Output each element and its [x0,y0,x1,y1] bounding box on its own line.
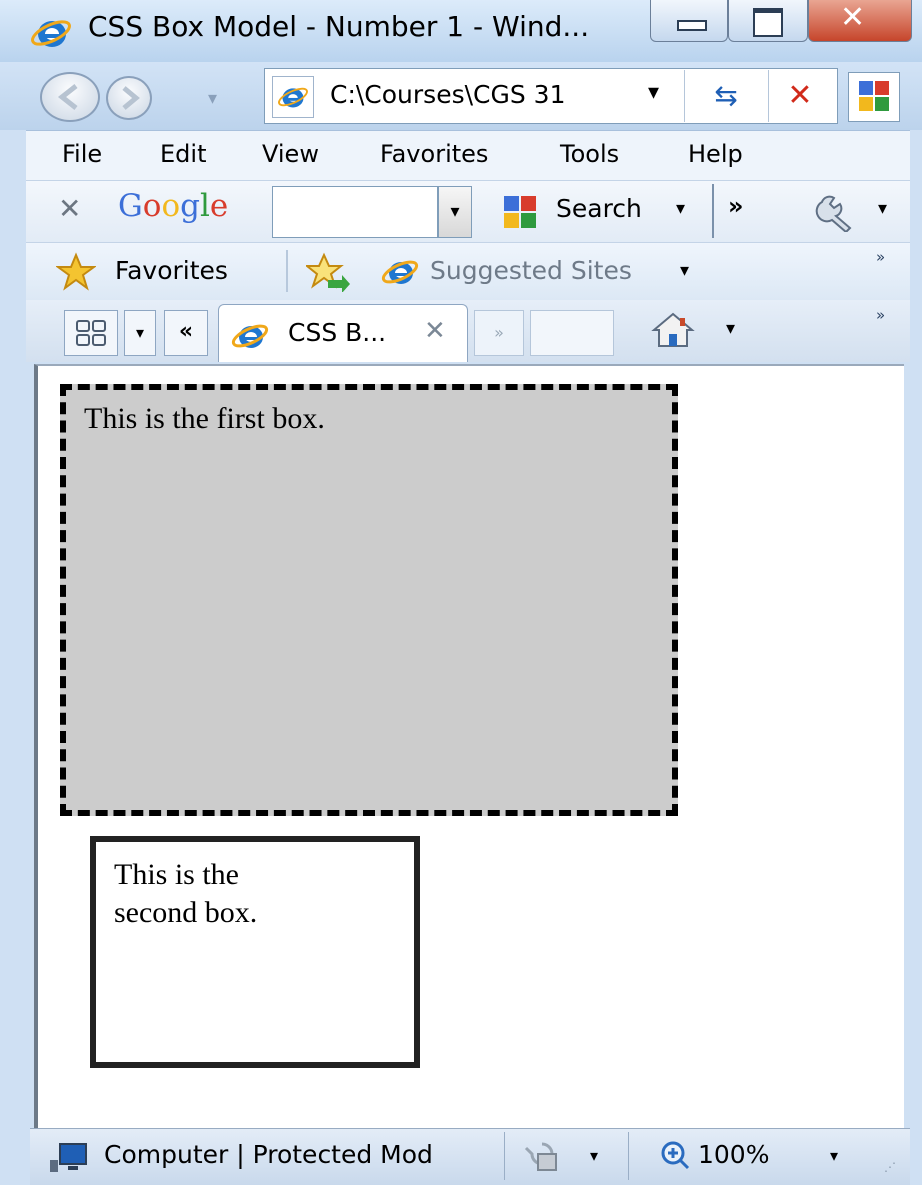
quick-tabs-button[interactable] [64,310,118,356]
close-toolbar-icon[interactable]: ✕ [58,192,81,225]
menu-tools[interactable]: Tools [560,140,619,168]
back-arrow-icon [57,84,78,110]
forward-arrow-icon [122,86,140,110]
stop-button[interactable]: ✕ [768,70,831,122]
toolbar-divider [712,184,714,238]
quick-tabs-icon [76,320,106,346]
address-dropdown[interactable]: ▾ [648,80,659,105]
home-icon[interactable] [650,310,696,350]
status-divider [504,1132,505,1180]
suggested-sites-button[interactable]: Suggested Sites [430,256,632,285]
zoom-level[interactable]: 100% [698,1140,769,1169]
command-bar-overflow-chevron[interactable]: » [876,306,885,324]
address-text[interactable]: C:\Courses\CGS 31 [330,80,640,109]
logo-letter: o [161,188,181,224]
page-icon [272,76,314,118]
menu-help[interactable]: Help [688,140,743,168]
computer-icon [50,1143,87,1172]
scroll-tabs-left-button[interactable]: « [164,310,208,356]
favorites-overflow-chevron[interactable]: » [876,248,885,266]
star-icon [56,252,96,291]
zoom-icon[interactable] [660,1140,690,1170]
menu-favorites[interactable]: Favorites [380,140,488,168]
close-icon: ✕ [840,0,866,35]
google-search-button[interactable]: Search [556,194,642,223]
status-divider [628,1132,629,1180]
menu-edit[interactable]: Edit [160,140,206,168]
google-search-input[interactable] [272,186,438,238]
forward-button[interactable] [106,76,152,120]
internet-explorer-icon [31,20,71,47]
privacy-dropdown[interactable]: ▾ [590,1146,598,1165]
tab-label[interactable]: CSS B... [288,318,386,347]
scroll-tabs-right-button[interactable]: » [474,310,524,356]
refresh-button[interactable]: ⇆ [684,70,767,122]
wrench-icon[interactable] [814,192,860,232]
privacy-report-icon[interactable] [522,1138,562,1174]
logo-letter: g [180,188,200,224]
zoom-dropdown[interactable]: ▾ [830,1146,838,1165]
search-options-dropdown[interactable]: ▾ [676,198,685,219]
add-to-favorites-icon[interactable] [306,252,352,292]
google-toolbar-logo: Google [118,188,228,224]
settings-dropdown[interactable]: ▾ [878,198,887,219]
menu-view[interactable]: View [262,140,319,168]
back-button[interactable] [40,72,100,122]
close-tab-icon[interactable]: ✕ [424,316,446,346]
menu-file[interactable]: File [62,140,102,168]
logo-letter: o [142,188,162,224]
first-box [60,384,678,816]
logo-letter: e [209,188,229,224]
window-title: CSS Box Model - Number 1 - Wind... [88,10,590,43]
more-buttons-chevron[interactable]: » [728,192,744,220]
search-history-dropdown[interactable]: ▾ [438,186,472,238]
maximize-icon [753,8,783,37]
internet-explorer-icon [381,260,419,284]
recent-pages-dropdown[interactable]: ▾ [208,88,217,109]
stop-icon: ✕ [787,78,813,113]
search-provider-button[interactable] [848,72,900,122]
refresh-icon: ⇆ [714,79,738,112]
suggested-sites-dropdown[interactable]: ▾ [680,260,689,281]
first-box-text: This is the first box. [84,402,325,435]
google-icon [504,196,536,228]
second-box-text: This is the second box. [114,858,258,929]
tab-list-dropdown[interactable]: ▾ [124,310,156,356]
internet-explorer-icon [231,324,269,348]
minimize-icon [677,20,707,31]
resize-grip-icon[interactable]: ⋰ [884,1160,897,1174]
favorites-button[interactable]: Favorites [115,256,228,285]
google-logo-icon [859,81,889,111]
tab-bar [26,300,910,362]
logo-letter: l [199,188,210,224]
logo-letter: G [118,188,143,224]
home-dropdown[interactable]: ▾ [726,318,735,339]
new-tab-button[interactable] [530,310,614,356]
security-zone-text[interactable]: Computer | Protected Mod [104,1140,498,1169]
favorites-divider [286,250,288,292]
